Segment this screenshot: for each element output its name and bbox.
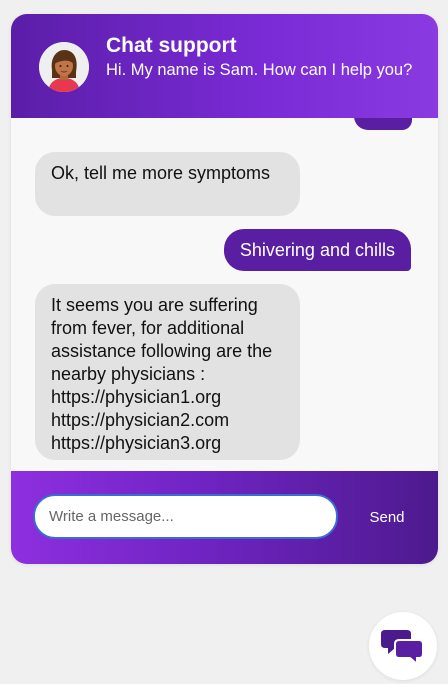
page: Chat support Hi. My name is Sam. How can… xyxy=(0,0,448,684)
chat-window: Chat support Hi. My name is Sam. How can… xyxy=(11,14,438,564)
chat-header: Chat support Hi. My name is Sam. How can… xyxy=(11,14,438,118)
composer: Send xyxy=(11,471,438,564)
user-message: Shivering and chills xyxy=(223,229,411,271)
bot-message: It seems you are suffering from fever, f… xyxy=(35,284,300,460)
chat-bubbles-icon xyxy=(381,630,424,666)
send-button[interactable]: Send xyxy=(357,502,417,532)
chat-launcher-button[interactable] xyxy=(369,612,437,680)
bot-message: Ok, tell me more symptoms xyxy=(35,152,300,216)
chat-subtitle: Hi. My name is Sam. How can I help you? xyxy=(106,61,413,79)
agent-avatar-icon xyxy=(39,42,89,92)
message-input[interactable] xyxy=(33,494,338,539)
chat-title: Chat support xyxy=(106,34,237,57)
user-message-bubble-partial xyxy=(354,118,412,130)
message-list[interactable]: Ok, tell me more symptoms Shivering and … xyxy=(11,118,438,471)
agent-avatar xyxy=(39,42,89,92)
